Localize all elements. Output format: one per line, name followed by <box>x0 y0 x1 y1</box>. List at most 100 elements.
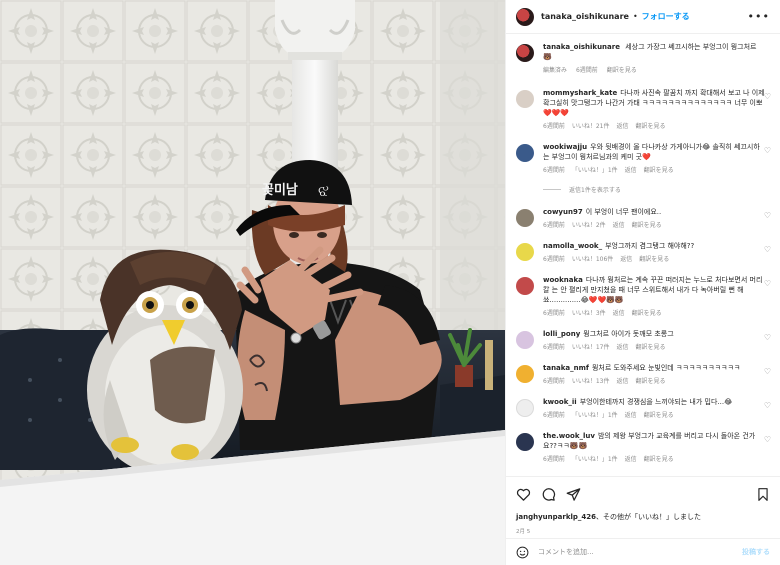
caption-meta: 編集済み 6週間前 翻訳を見る <box>543 65 765 74</box>
comment-translate[interactable]: 翻訳を見る <box>635 378 665 385</box>
comment-text: 부엉그까지 겸그탱그 해야해?? <box>605 242 695 250</box>
comment-reply[interactable]: 返信 <box>616 123 628 130</box>
like-heart-icon[interactable] <box>516 487 531 502</box>
comment-translate[interactable]: 翻訳を見る <box>644 412 674 419</box>
post-photo[interactable]: 꽃미남 ଝ <box>0 0 505 565</box>
bookmark-icon[interactable] <box>756 487 770 502</box>
comment-like-heart-icon[interactable]: ♡ <box>764 92 771 101</box>
post-comment-button[interactable]: 投稿する <box>742 547 770 557</box>
comment-item: kwook_ii 부엉이한테까지 경쟁심을 느끼야되는 내가 밉다...😂 6週間… <box>506 397 780 419</box>
caption-username[interactable]: tanaka_oishikunare <box>543 43 620 51</box>
comment-likes[interactable]: いいね！2件 <box>572 222 606 229</box>
comment-reply[interactable]: 返信 <box>616 378 628 385</box>
comment-like-heart-icon[interactable]: ♡ <box>764 211 771 220</box>
comment-text: 뭥그처르 아이가 돗깨모 초롱그 <box>583 330 674 338</box>
comment-translate[interactable]: 翻訳を見る <box>639 256 669 263</box>
commenter-avatar[interactable] <box>516 243 534 261</box>
comment-likes[interactable]: 「いいね！」1件 <box>572 167 618 174</box>
comment-item: the.wook_luv 밤의 제왕 부엉그가 교육계를 버리고 다시 돌아온 건… <box>506 431 780 463</box>
comment-reply[interactable]: 返信 <box>625 456 637 463</box>
comment-translate[interactable]: 翻訳を見る <box>635 344 665 351</box>
comment-username[interactable]: tanaka_nmf <box>543 364 589 372</box>
commenter-avatar[interactable] <box>516 144 534 162</box>
comment-translate[interactable]: 翻訳を見る <box>632 310 662 317</box>
comment-likes[interactable]: いいね！106件 <box>572 256 613 263</box>
share-send-icon[interactable] <box>566 487 581 502</box>
comment-time[interactable]: 6週間前 <box>543 167 565 174</box>
commenter-avatar[interactable] <box>516 90 534 108</box>
comment-time[interactable]: 6週間前 <box>543 344 565 351</box>
comment-time[interactable]: 6週間前 <box>543 222 565 229</box>
comment-like-heart-icon[interactable]: ♡ <box>764 245 771 254</box>
comment-item: tanaka_nmf 뭥처르 도와주세요 눈빛인데 ㅋㅋㅋㅋㅋㅋㅋㅋㅋㅋ 6週間前… <box>506 363 780 385</box>
comment-username[interactable]: lolli_pony <box>543 330 580 338</box>
comment-text: 부엉이한테까지 경쟁심을 느끼야되는 내가 밉다...😂 <box>579 398 733 406</box>
comment-time[interactable]: 6週間前 <box>543 123 565 130</box>
commenter-avatar[interactable] <box>516 277 534 295</box>
comment-username[interactable]: mommyshark_kate <box>543 89 617 97</box>
comment-text: 이 부엉이 너무 팬이에요.. <box>585 208 662 216</box>
caption-avatar[interactable] <box>516 44 534 62</box>
likes-username[interactable]: janghyunparklp_426 <box>516 513 596 521</box>
comment-likes[interactable]: いいね！17件 <box>572 344 610 351</box>
comment-item: cowyun97 이 부엉이 너무 팬이에요.. 6週間前 いいね！2件 返信 翻訳を見… <box>506 207 780 229</box>
comment-likes[interactable]: 「いいね！」1件 <box>572 456 618 463</box>
add-comment-bar: コメントを追加... 投稿する <box>506 538 780 565</box>
comment-time[interactable]: 6週間前 <box>543 412 565 419</box>
comments-list[interactable]: tanaka_oishikunare 세상그 가장그 쎄끄시하는 부엉그이 뭥그… <box>506 35 780 473</box>
likes-suffix[interactable]: 、その他が「いいね！」しました <box>596 513 701 521</box>
follow-button[interactable]: フォローする <box>642 11 690 22</box>
comment-time[interactable]: 6週間前 <box>543 256 565 263</box>
comment-like-heart-icon[interactable]: ♡ <box>764 401 771 410</box>
emoji-smiley-icon[interactable] <box>516 546 529 559</box>
comment-username[interactable]: wookiwajju <box>543 143 587 151</box>
comment-like-heart-icon[interactable]: ♡ <box>764 279 771 288</box>
comment-likes[interactable]: 「いいね！」1件 <box>572 412 618 419</box>
comment-reply[interactable]: 返信 <box>613 310 625 317</box>
cap-emblem: ଝ <box>318 181 329 200</box>
comment-like-heart-icon[interactable]: ♡ <box>764 435 771 444</box>
author-username[interactable]: tanaka_oishikunare <box>541 12 629 21</box>
caption-translate[interactable]: 翻訳を見る <box>607 67 637 74</box>
comment-likes[interactable]: いいね！21件 <box>572 123 610 130</box>
commenter-avatar[interactable] <box>516 433 534 451</box>
comment-item: mommyshark_kate 다나까 사진속 팔꿈치 까지 확대해서 보고 나 … <box>506 88 780 130</box>
comment-reply[interactable]: 返信 <box>625 412 637 419</box>
cap-text: 꽃미남 <box>262 182 298 198</box>
comment-translate[interactable]: 翻訳を見る <box>644 456 674 463</box>
more-options-icon[interactable]: ••• <box>748 10 770 23</box>
comment-time[interactable]: 6週間前 <box>543 378 565 385</box>
comment-reply[interactable]: 返信 <box>616 344 628 351</box>
comment-like-heart-icon[interactable]: ♡ <box>764 146 771 155</box>
comment-reply[interactable]: 返信 <box>620 256 632 263</box>
commenter-avatar[interactable] <box>516 399 534 417</box>
comment-item: wooknaka 다나까 뭥처르는 계속 꾸끈 떠러지는 누느로 처다보면서 머리… <box>506 275 780 317</box>
comment-input[interactable]: コメントを追加... <box>538 547 594 557</box>
comment-text: 뭥처르 도와주세요 눈빛인데 ㅋㅋㅋㅋㅋㅋㅋㅋㅋㅋ <box>591 364 741 372</box>
comment-like-heart-icon[interactable]: ♡ <box>764 333 771 342</box>
comment-username[interactable]: namolla_wook_ <box>543 242 602 250</box>
comment-translate[interactable]: 翻訳を見る <box>635 123 665 130</box>
author-avatar[interactable] <box>516 7 534 26</box>
view-replies-label[interactable]: 返信1件を表示する <box>569 185 621 194</box>
comment-username[interactable]: wooknaka <box>543 276 583 284</box>
caption-time[interactable]: 6週間前 <box>576 67 598 74</box>
comment-translate[interactable]: 翻訳を見る <box>632 222 662 229</box>
comment-username[interactable]: kwook_ii <box>543 398 577 406</box>
post-date[interactable]: 2月 5 <box>516 527 770 535</box>
comment-likes[interactable]: いいね！13件 <box>572 378 610 385</box>
comment-like-heart-icon[interactable]: ♡ <box>764 367 771 376</box>
comment-time[interactable]: 6週間前 <box>543 310 565 317</box>
commenter-avatar[interactable] <box>516 209 534 227</box>
comment-reply[interactable]: 返信 <box>625 167 637 174</box>
comment-bubble-icon[interactable] <box>541 487 556 502</box>
comment-username[interactable]: the.wook_luv <box>543 432 595 440</box>
commenter-avatar[interactable] <box>516 365 534 383</box>
comment-likes[interactable]: いいね！3件 <box>572 310 606 317</box>
comment-username[interactable]: cowyun97 <box>543 208 583 216</box>
comment-translate[interactable]: 翻訳を見る <box>644 167 674 174</box>
commenter-avatar[interactable] <box>516 331 534 349</box>
comment-time[interactable]: 6週間前 <box>543 456 565 463</box>
view-replies-button[interactable]: 返信1件を表示する <box>506 185 780 194</box>
comment-reply[interactable]: 返信 <box>613 222 625 229</box>
